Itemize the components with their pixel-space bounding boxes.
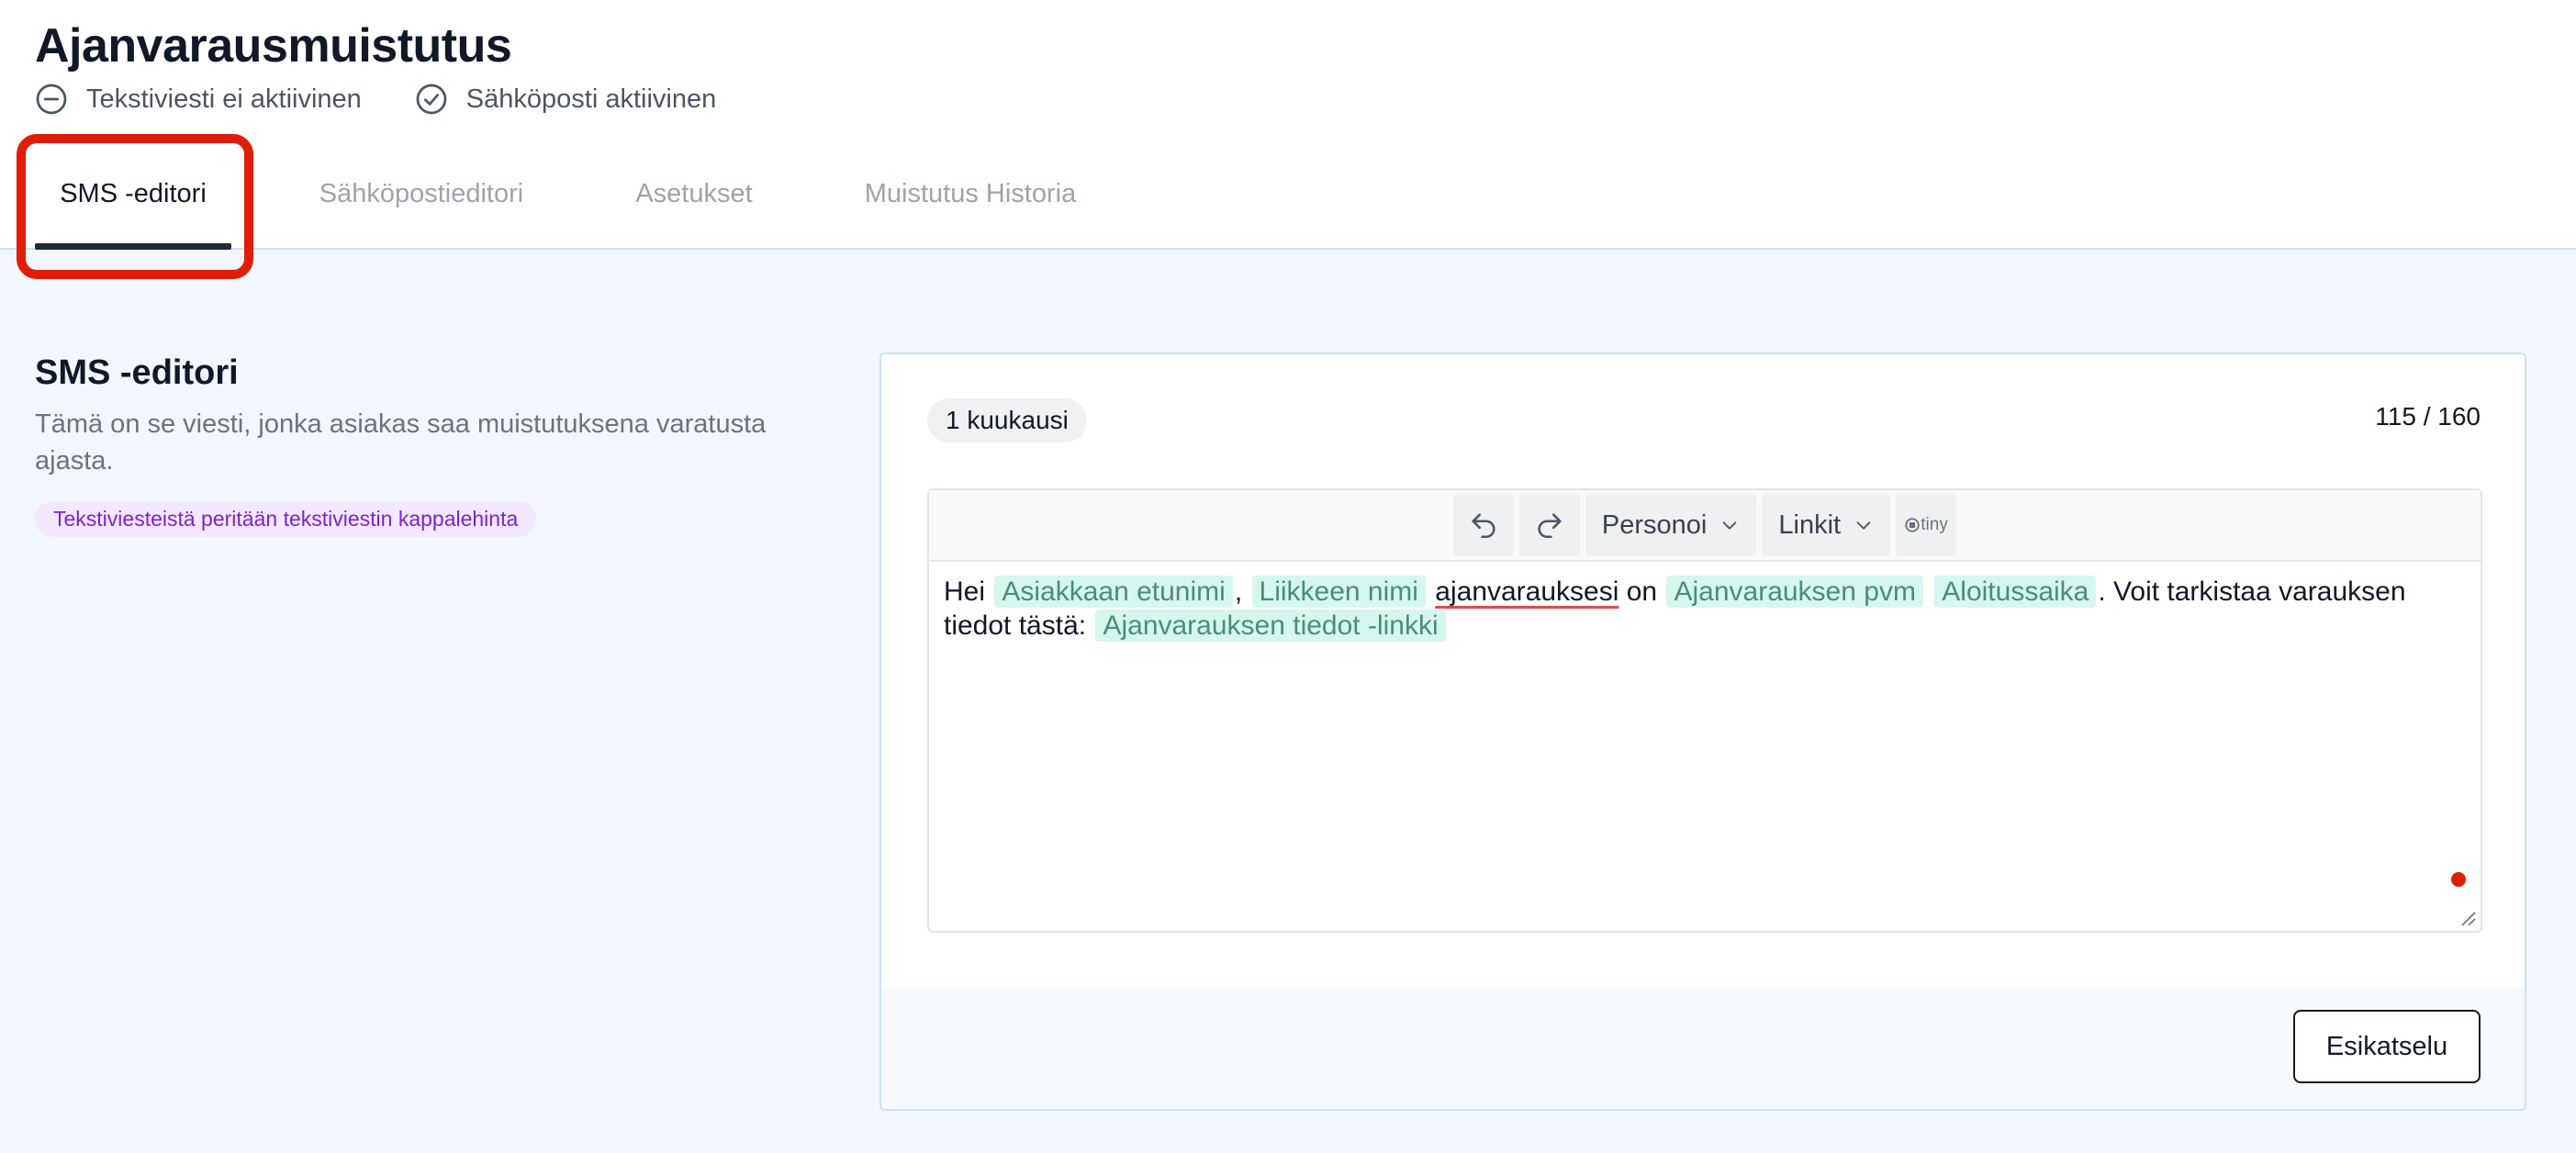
tab-sms-editor[interactable]: SMS -editori: [35, 138, 231, 250]
message-word-on: on: [1626, 576, 1658, 607]
sms-message-body[interactable]: Hei Asiakkaan etunimi, Liikkeen nimi aja…: [929, 562, 2481, 655]
tiny-brand-label: tiny: [1921, 515, 1948, 534]
links-dropdown-label: Linkit: [1778, 509, 1842, 540]
chevron-down-icon: [1723, 521, 1737, 530]
undo-icon: [1472, 513, 1495, 539]
variable-booking-details-link[interactable]: Ajanvarauksen tiedot -linkki: [1095, 610, 1446, 642]
redo-button[interactable]: [1518, 494, 1580, 556]
chevron-down-icon: [1856, 521, 1871, 530]
channel-status-row: Tekstiviesti ei aktiivinen Sähköposti ak…: [35, 81, 769, 118]
sms-status: Tekstiviesti ei aktiivinen: [35, 83, 362, 116]
check-circle-icon: [416, 84, 447, 115]
tab-settings[interactable]: Asetukset: [617, 138, 771, 250]
resize-handle-icon[interactable]: [2457, 907, 2477, 927]
tiny-brand-button[interactable]: tiny: [1896, 494, 1957, 556]
variable-business-name[interactable]: Liikkeen nimi: [1251, 576, 1426, 608]
editor-toolbar: Personoi Linkit tiny: [929, 490, 2481, 562]
email-status-label: Sähköposti aktiivinen: [465, 84, 717, 114]
sms-pricing-badge: Tekstiviesteistä peritään tekstiviestin …: [35, 501, 537, 537]
variable-booking-date[interactable]: Ajanvarauksen pvm: [1666, 576, 1923, 608]
personalize-dropdown[interactable]: Personoi: [1585, 494, 1757, 556]
redo-icon: [1538, 513, 1562, 539]
sms-status-label: Tekstiviesti ei aktiivinen: [86, 84, 362, 114]
sms-editor-panel: 1 kuukausi 115 / 160 Personoi Linkit tin…: [879, 353, 2526, 1111]
page-header: Ajanvarausmuistutus Tekstiviesti ei akti…: [0, 0, 2576, 250]
reminder-timing-badge: 1 kuukausi: [927, 398, 1087, 442]
variable-start-time[interactable]: Aloitussaika: [1934, 576, 2097, 608]
section-description: Tämä on se viesti, jonka asiakas saa mui…: [35, 409, 767, 476]
links-dropdown[interactable]: Linkit: [1762, 494, 1891, 556]
status-dot: [2451, 872, 2466, 887]
tiny-logo-icon: [1905, 518, 1920, 532]
message-comma: ,: [1234, 576, 1243, 607]
email-status: Sähköposti aktiivinen: [415, 83, 716, 116]
personalize-dropdown-label: Personoi: [1601, 509, 1708, 540]
section-title: SMS -editori: [35, 353, 239, 392]
variable-customer-first-name[interactable]: Asiakkaan etunimi: [994, 576, 1233, 608]
panel-footer: [881, 988, 2525, 1109]
preview-button[interactable]: Esikatselu: [2293, 1010, 2481, 1083]
undo-button[interactable]: [1452, 494, 1514, 556]
sms-editor-intro: SMS -editori Tämä on se viesti, jonka as…: [35, 353, 824, 537]
rich-text-editor: Personoi Linkit tiny Hei Asiakkaan etuni…: [927, 488, 2482, 933]
tab-reminder-history[interactable]: Muistutus Historia: [848, 138, 1092, 250]
tab-email-editor[interactable]: Sähköpostieditori: [296, 138, 547, 250]
misspelled-word: ajanvarauksesi: [1435, 576, 1619, 607]
page-title: Ajanvarausmuistutus: [35, 19, 512, 73]
minus-circle-icon: [36, 84, 67, 115]
character-counter: 115 / 160: [2375, 402, 2481, 431]
message-greeting: Hei: [944, 576, 986, 607]
